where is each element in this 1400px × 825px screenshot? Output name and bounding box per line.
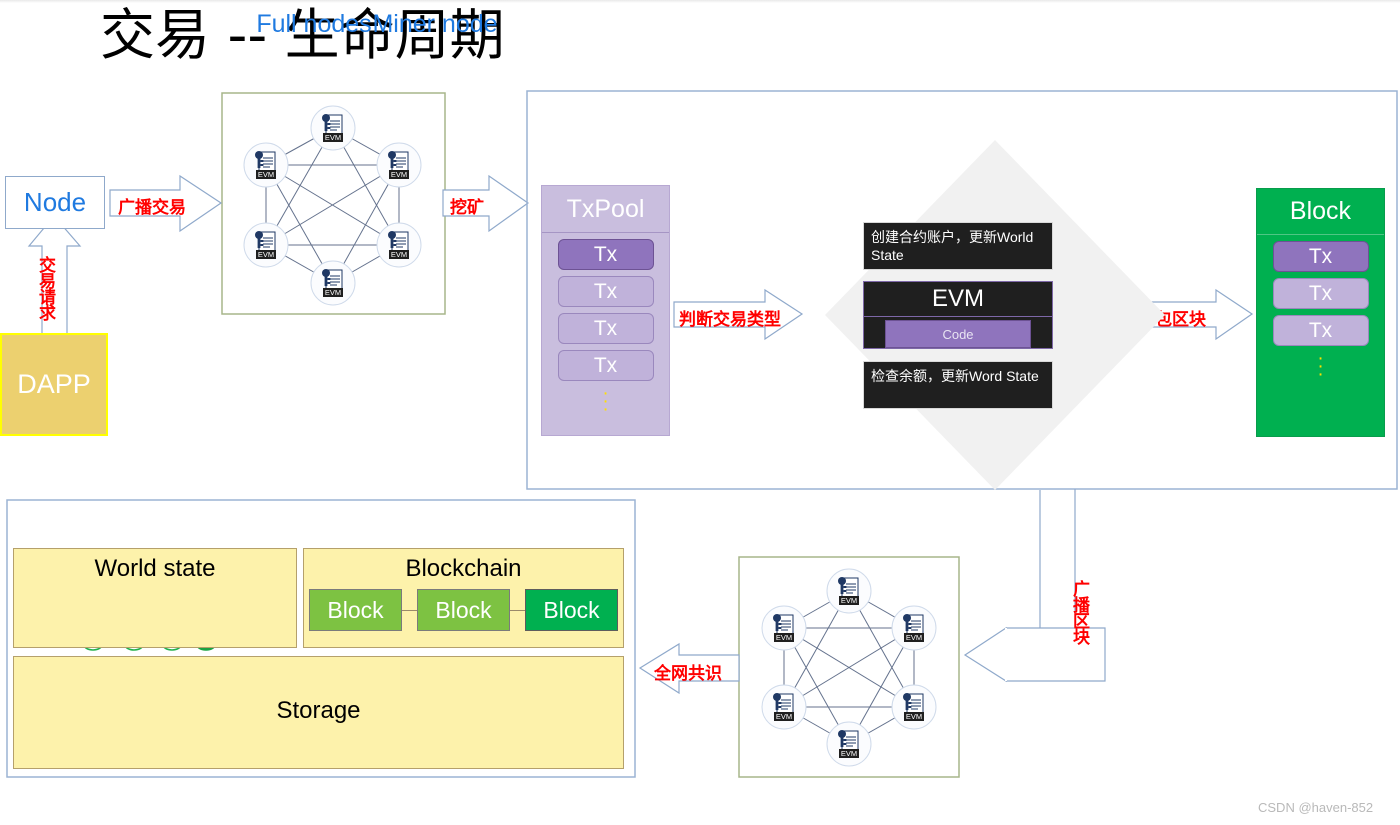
block-item-0[interactable]: Tx	[1272, 241, 1369, 272]
blockchain-title: Blockchain	[405, 555, 522, 582]
storage-panel: Storage	[13, 656, 624, 769]
chain-block-1[interactable]: Block	[417, 589, 510, 631]
world-state-title: World state	[94, 555, 216, 582]
evm-box: EVM Code	[863, 281, 1053, 349]
slide-canvas: 交易 -- 生命周期 EVM Node DAPP 广播交易 交易请求 挖矿 判断…	[0, 0, 1400, 825]
world-state-panel: World state	[13, 548, 297, 648]
block-item-1[interactable]: Tx	[1272, 278, 1369, 309]
evm-title: EVM	[864, 282, 1052, 317]
label-network-consensus: 全网共识	[654, 664, 722, 683]
block-header: Block	[1257, 189, 1384, 235]
blockchain-panel: Blockchain Block Block Block	[303, 548, 624, 648]
storage-title: Storage	[276, 697, 361, 724]
txpool-box[interactable]: TxPool Tx Tx Tx Tx · · ·	[541, 185, 670, 436]
txpool-ellipsis: · · ·	[602, 383, 609, 420]
create-contract-account-box: 创建合约账户，更新World State	[863, 222, 1053, 270]
node-box[interactable]: Node	[5, 176, 105, 229]
evm-code-chip: Code	[885, 320, 1031, 348]
label-judge-transaction-type: 判断交易类型	[679, 310, 781, 329]
check-balance-box: 检查余额，更新Word State	[863, 361, 1053, 409]
chain-link-1	[510, 609, 525, 611]
txpool-item-3[interactable]: Tx	[557, 350, 654, 381]
dapp-box[interactable]: DAPP	[0, 333, 108, 436]
node-label: Node	[23, 187, 87, 217]
watermark: CSDN @haven-852	[1258, 800, 1374, 815]
full-nodes-title: Full nodes	[256, 10, 372, 38]
label-broadcast-transaction: 广播交易	[118, 198, 186, 217]
txpool-header: TxPool	[542, 186, 669, 233]
chain-block-0[interactable]: Block	[309, 589, 402, 631]
txpool-item-1[interactable]: Tx	[557, 276, 654, 307]
block-box[interactable]: Block Tx Tx Tx · · ·	[1256, 188, 1385, 437]
block-item-2[interactable]: Tx	[1272, 315, 1369, 346]
chain-link-0	[402, 609, 417, 611]
dapp-label: DAPP	[17, 369, 91, 399]
label-broadcast-block: 广播区块	[1070, 580, 1089, 644]
label-mining: 挖矿	[450, 198, 484, 217]
label-transaction-request: 交易请求	[36, 256, 55, 320]
txpool-item-2[interactable]: Tx	[557, 313, 654, 344]
txpool-item-0[interactable]: Tx	[557, 239, 654, 270]
chain-block-2[interactable]: Block	[525, 589, 618, 631]
block-ellipsis: · · ·	[1317, 348, 1324, 385]
